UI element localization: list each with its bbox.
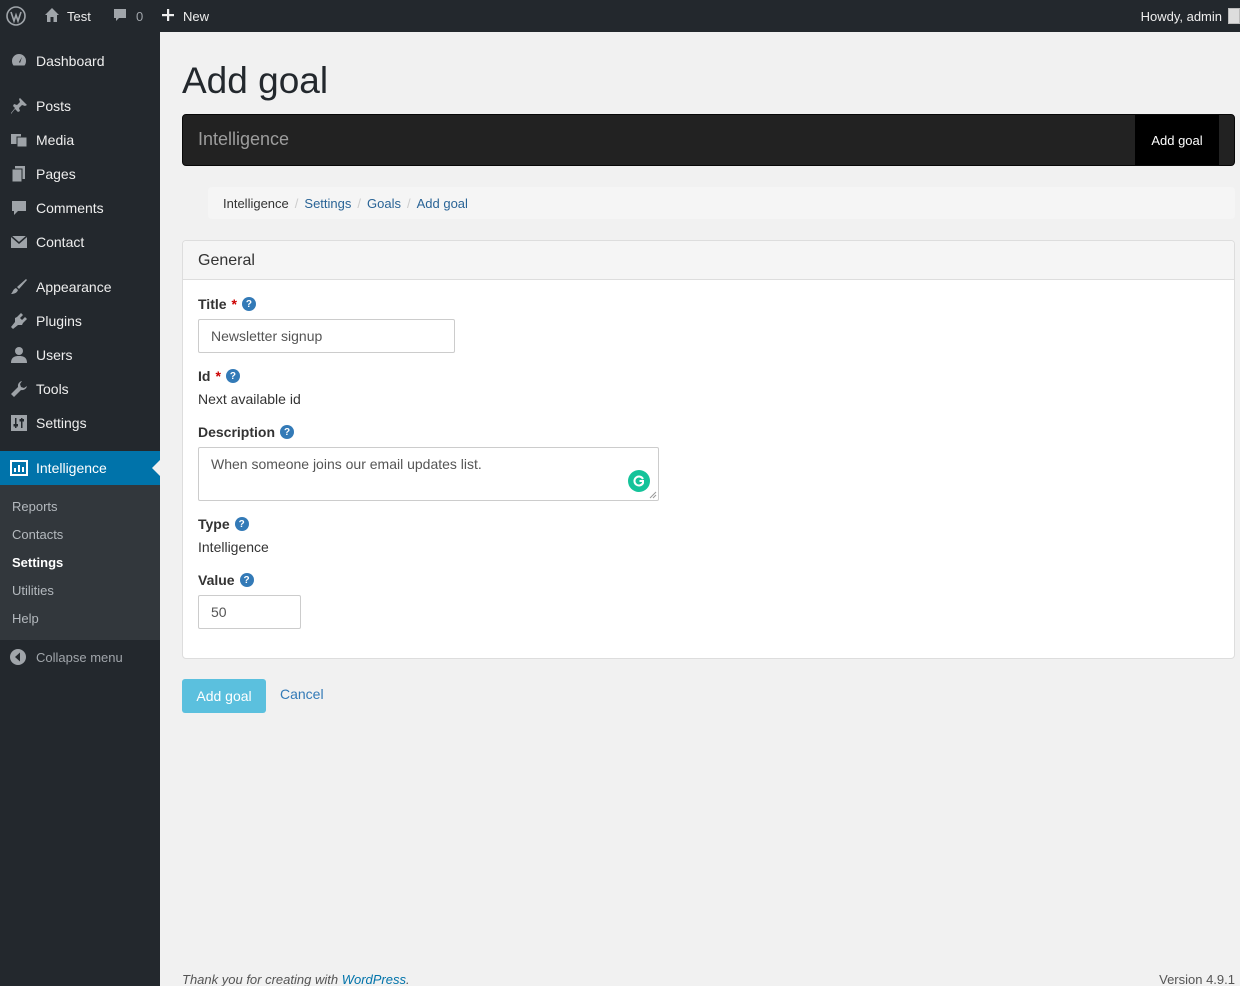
help-icon[interactable]: ? (241, 297, 256, 311)
menu-posts[interactable]: Posts (0, 89, 160, 123)
breadcrumb: Intelligence / Settings / Goals / Add go… (208, 187, 1235, 219)
menu-users[interactable]: Users (0, 338, 160, 372)
envelope-icon (9, 232, 29, 252)
menu-dashboard[interactable]: Dashboard (0, 44, 160, 78)
panel-heading: General (183, 241, 1234, 280)
menu-intelligence[interactable]: Intelligence (0, 451, 160, 485)
grammarly-icon[interactable] (628, 470, 650, 492)
menu-settings[interactable]: Settings (0, 406, 160, 440)
collapse-arrow-icon (9, 648, 27, 666)
comments-count: 0 (136, 8, 144, 24)
admin-bar: Test 0 New Howdy, admin (0, 0, 1240, 32)
menu-comments[interactable]: Comments (0, 191, 160, 225)
help-icon[interactable]: ? (280, 425, 295, 439)
user-icon (9, 345, 29, 365)
resize-handle-icon[interactable] (649, 491, 657, 499)
required-marker: * (215, 368, 221, 384)
navbar-brand[interactable]: Intelligence (198, 129, 289, 150)
account-menu[interactable]: Howdy, admin (1141, 0, 1240, 32)
add-goal-button[interactable]: Add goal (182, 679, 266, 713)
submenu-reports[interactable]: Reports (12, 499, 58, 514)
breadcrumb-separator: / (294, 195, 299, 211)
plus-icon (161, 8, 175, 25)
cancel-link[interactable]: Cancel (280, 686, 324, 702)
menu-contact[interactable]: Contact (0, 225, 160, 259)
comments-link[interactable]: 0 (112, 0, 143, 32)
required-marker: * (231, 296, 237, 312)
help-icon[interactable]: ? (234, 517, 249, 531)
id-label: Id * ? (198, 368, 240, 384)
admin-sidebar: Dashboard Posts Media Pages Comments Con… (0, 32, 160, 986)
intelligence-navbar: Intelligence Add goal (182, 114, 1235, 166)
home-icon (44, 7, 60, 26)
menu-plugins[interactable]: Plugins (0, 304, 160, 338)
submenu-utilities[interactable]: Utilities (12, 583, 54, 598)
breadcrumb-separator: / (406, 195, 411, 211)
page-title: Add goal (182, 60, 329, 101)
new-content-link[interactable]: New (161, 0, 209, 32)
pin-icon (9, 96, 29, 116)
comment-icon (9, 198, 29, 218)
collapse-menu-button[interactable]: Collapse menu (0, 644, 160, 670)
help-icon[interactable]: ? (225, 369, 240, 383)
description-label: Description ? (198, 424, 295, 440)
site-name-label: Test (67, 8, 91, 24)
breadcrumb-intelligence: Intelligence (223, 195, 289, 211)
value-input[interactable]: 50 (198, 595, 301, 629)
site-name-link[interactable]: Test (44, 0, 91, 32)
submenu-settings[interactable]: Settings (12, 555, 63, 570)
menu-tools[interactable]: Tools (0, 372, 160, 406)
breadcrumb-separator: / (357, 195, 362, 211)
menu-pages[interactable]: Pages (0, 157, 160, 191)
title-label: Title * ? (198, 296, 256, 312)
value-label: Value ? (198, 572, 254, 588)
general-panel: General Title * ? Newsletter signup Id *… (182, 240, 1235, 659)
title-input[interactable]: Newsletter signup (198, 319, 455, 353)
wrench-icon (9, 379, 29, 399)
howdy-label: Howdy, admin (1140, 8, 1222, 24)
comment-bubble-icon (112, 7, 128, 26)
breadcrumb-settings[interactable]: Settings (304, 196, 351, 211)
submenu-contacts[interactable]: Contacts (12, 527, 63, 542)
intelligence-submenu: Reports Contacts Settings Utilities Help (0, 485, 160, 640)
footer-version: Version 4.9.1 (1159, 972, 1235, 986)
description-textarea[interactable]: When someone joins our email updates lis… (198, 447, 659, 501)
brush-icon (9, 277, 29, 297)
current-menu-arrow (152, 460, 160, 476)
wordpress-link[interactable]: WordPress (342, 972, 406, 986)
breadcrumb-add-goal[interactable]: Add goal (417, 196, 468, 211)
menu-media[interactable]: Media (0, 123, 160, 157)
dashboard-icon (9, 51, 29, 71)
footer-thanks: Thank you for creating with WordPress. (182, 972, 410, 986)
type-value: Intelligence (198, 539, 269, 555)
plug-icon (9, 311, 29, 331)
new-label: New (183, 8, 210, 24)
id-value: Next available id (198, 391, 301, 407)
submenu-help[interactable]: Help (12, 611, 39, 626)
navbar-add-goal-button[interactable]: Add goal (1135, 115, 1219, 165)
help-icon[interactable]: ? (239, 573, 254, 587)
sliders-icon (9, 413, 29, 433)
menu-appearance[interactable]: Appearance (0, 270, 160, 304)
wordpress-logo-icon[interactable] (6, 0, 26, 32)
media-icon (9, 130, 29, 150)
type-label: Type ? (198, 516, 249, 532)
panel-heading-label: General (198, 252, 255, 269)
avatar (1228, 8, 1240, 24)
main-content: Add goal Intelligence Add goal Intellige… (160, 32, 1240, 986)
chart-icon (9, 458, 29, 478)
breadcrumb-goals[interactable]: Goals (367, 196, 401, 211)
pages-icon (9, 164, 29, 184)
